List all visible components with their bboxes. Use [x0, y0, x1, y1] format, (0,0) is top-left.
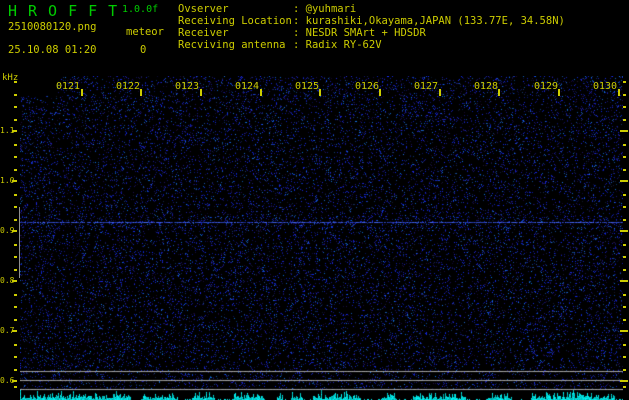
app-version: 1.0.0f [122, 4, 159, 15]
info-separator: : [293, 39, 306, 51]
info-label: Ovserver [178, 3, 229, 15]
spectrogram-canvas [20, 76, 623, 400]
x-minute-tick [498, 89, 500, 96]
y-minor-tick-right [623, 144, 626, 146]
info-value: kurashiki,Okayama,JAPAN (133.77E, 34.58N… [305, 15, 565, 27]
y-minor-tick-right [623, 369, 626, 371]
x-axis-tick-label: 0121 [56, 81, 81, 92]
y-minor-tick-right [623, 219, 626, 221]
y-minor-tick-right [623, 206, 626, 208]
info-label: Receiver [178, 27, 229, 39]
y-major-tick-left [12, 180, 17, 182]
station-info-row: Recviving antenna: Radix RY-62V [178, 39, 565, 51]
station-info-row: Receiver: NESDR SMArt + HDSDR [178, 27, 565, 39]
info-value: NESDR SMArt + HDSDR [305, 27, 426, 39]
x-axis-tick-label: 0122 [116, 81, 141, 92]
x-minute-tick [260, 89, 262, 96]
y-major-tick-left [12, 330, 17, 332]
x-axis-tick-label: 0125 [295, 81, 320, 92]
meteor-count-value: 0 [140, 44, 147, 56]
y-minor-tick-right [623, 344, 626, 346]
y-minor-tick-right [623, 294, 626, 296]
y-minor-tick-right [623, 319, 626, 321]
info-label: Recviving antenna [178, 39, 286, 51]
y-minor-tick-left [14, 206, 17, 208]
x-axis-tick-label: 0123 [175, 81, 200, 92]
y-major-tick-right [620, 180, 628, 182]
x-axis-tick-label: 0130 [593, 81, 618, 92]
y-major-tick-right [620, 380, 628, 382]
y-minor-tick-left [14, 386, 17, 388]
y-minor-tick-left [14, 81, 17, 83]
station-info-row: Ovserver: @yuhmari [178, 3, 565, 15]
x-minute-tick [618, 89, 620, 96]
x-axis-tick-label: 0128 [474, 81, 499, 92]
hrofft-screen: HROFFT 1.0.0f 2510080120.png meteor 25.1… [0, 0, 629, 400]
y-major-tick-left [12, 230, 17, 232]
info-separator: : [293, 15, 306, 27]
x-axis-tick-label: 0129 [534, 81, 559, 92]
y-minor-tick-right [623, 356, 626, 358]
app-title: HROFFT [8, 2, 129, 20]
y-minor-tick-right [623, 269, 626, 271]
info-separator: : [293, 27, 306, 39]
left-edge-marker-line [19, 207, 20, 278]
station-info-row: Receiving Location: kurashiki,Okayama,JA… [178, 15, 565, 27]
y-minor-tick-left [14, 344, 17, 346]
x-minute-tick [200, 89, 202, 96]
x-axis-tick-label: 0127 [414, 81, 439, 92]
info-label: Receiving Location [178, 15, 292, 27]
station-info-block: Ovserver: @yuhmari Receiving Location: ku… [178, 3, 565, 51]
x-minute-tick [140, 89, 142, 96]
x-minute-tick [319, 89, 321, 96]
y-minor-tick-left [14, 244, 17, 246]
y-major-tick-left [12, 380, 17, 382]
y-minor-tick-left [14, 219, 17, 221]
output-filename: 2510080120.png [8, 21, 97, 33]
y-minor-tick-right [623, 256, 626, 258]
y-minor-tick-left [14, 256, 17, 258]
y-minor-tick-left [14, 106, 17, 108]
y-major-tick-left [12, 130, 17, 132]
y-minor-tick-right [623, 306, 626, 308]
meteor-counter-label: meteor [126, 26, 164, 38]
y-minor-tick-left [14, 119, 17, 121]
y-minor-tick-left [14, 169, 17, 171]
observation-timestamp: 25.10.08 01:20 [8, 44, 97, 56]
y-minor-tick-left [14, 156, 17, 158]
y-major-tick-right [620, 130, 628, 132]
y-minor-tick-right [623, 169, 626, 171]
y-minor-tick-right [623, 94, 626, 96]
info-separator: : [293, 3, 306, 15]
y-minor-tick-left [14, 356, 17, 358]
y-minor-tick-right [623, 81, 626, 83]
x-minute-tick [558, 89, 560, 96]
x-axis-tick-label: 0124 [235, 81, 260, 92]
y-major-tick-left [12, 280, 17, 282]
y-minor-tick-left [14, 306, 17, 308]
y-minor-tick-left [14, 94, 17, 96]
x-minute-tick [439, 89, 441, 96]
y-minor-tick-right [623, 244, 626, 246]
y-minor-tick-left [14, 319, 17, 321]
y-minor-tick-right [623, 106, 626, 108]
y-minor-tick-right [623, 119, 626, 121]
y-minor-tick-right [623, 194, 626, 196]
info-value: @yuhmari [305, 3, 357, 15]
y-minor-tick-left [14, 144, 17, 146]
x-minute-tick [81, 89, 83, 96]
x-minute-tick [379, 89, 381, 96]
x-axis-tick-label: 0126 [355, 81, 380, 92]
y-minor-tick-left [14, 294, 17, 296]
y-minor-tick-left [14, 369, 17, 371]
y-major-tick-right [620, 230, 628, 232]
y-minor-tick-left [14, 194, 17, 196]
y-major-tick-right [620, 330, 628, 332]
y-minor-tick-right [623, 156, 626, 158]
y-minor-tick-left [14, 269, 17, 271]
y-minor-tick-right [623, 386, 626, 388]
y-major-tick-right [620, 280, 628, 282]
info-value: Radix RY-62V [305, 39, 382, 51]
